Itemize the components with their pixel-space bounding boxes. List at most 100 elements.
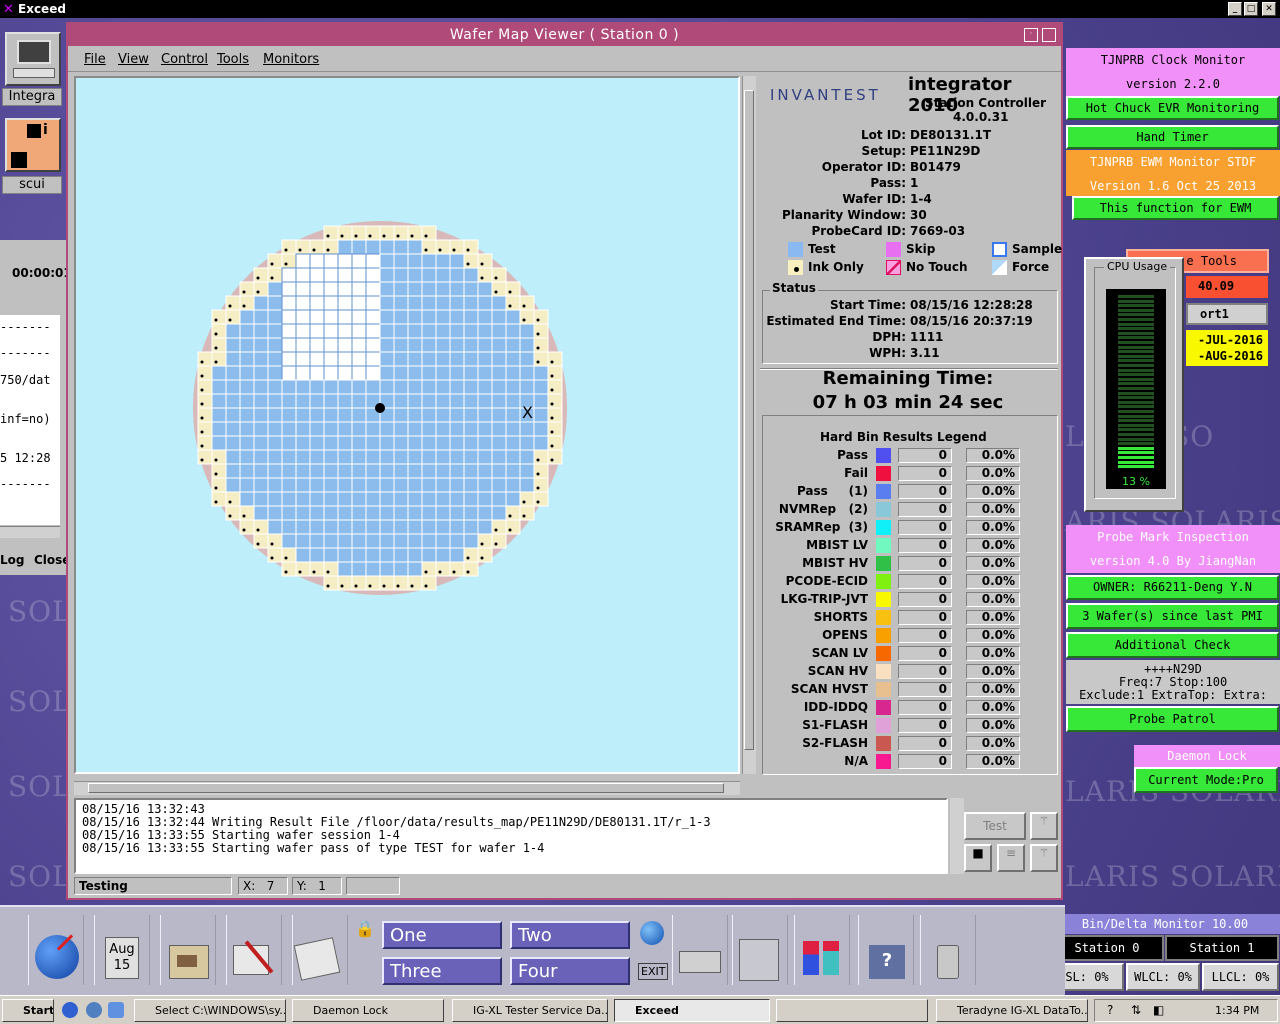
close-button[interactable]: ✕ bbox=[1262, 2, 1276, 16]
die bbox=[449, 561, 465, 577]
die bbox=[505, 379, 521, 395]
ink-dot bbox=[382, 234, 386, 238]
help-icon[interactable]: ? bbox=[858, 915, 914, 985]
die bbox=[197, 393, 213, 409]
start-button[interactable]: Start bbox=[2, 999, 54, 1022]
die bbox=[463, 463, 479, 479]
hot-chuck-button[interactable]: Hot Chuck EVR Monitoring bbox=[1066, 96, 1279, 120]
die bbox=[197, 435, 213, 451]
field-value: 30 bbox=[910, 208, 927, 222]
workspace-three[interactable]: Three bbox=[382, 957, 502, 985]
test-button[interactable]: Test bbox=[964, 812, 1026, 840]
window-maximize-button[interactable] bbox=[1042, 28, 1056, 42]
ink-dot bbox=[326, 570, 330, 574]
vertical-scrollbar[interactable] bbox=[742, 76, 756, 774]
menu-tools[interactable]: Tools bbox=[217, 52, 249, 67]
help-tray-icon[interactable]: ? bbox=[1107, 1003, 1113, 1017]
style-manager-icon[interactable] bbox=[732, 915, 788, 985]
close-panel-button[interactable]: Close bbox=[34, 553, 70, 567]
die bbox=[421, 239, 437, 255]
network-tray-icon[interactable]: ⇅ bbox=[1131, 1003, 1141, 1017]
log-button[interactable]: Log bbox=[0, 553, 24, 573]
red-value: 40.09 bbox=[1186, 276, 1268, 298]
die bbox=[519, 337, 535, 353]
taskbar-item-daemon-lock[interactable]: Daemon Lock bbox=[292, 999, 444, 1022]
die bbox=[449, 323, 465, 339]
log-line: 750/dat bbox=[0, 373, 51, 387]
log-scrollbar[interactable] bbox=[950, 798, 964, 874]
taskbar-item-blank[interactable] bbox=[776, 999, 928, 1022]
globe-icon[interactable] bbox=[28, 915, 84, 985]
wafer-map-canvas[interactable]: X bbox=[76, 78, 738, 772]
h-scrollbar[interactable] bbox=[0, 526, 60, 538]
ewm-function-button[interactable]: This function for EWM bbox=[1072, 196, 1279, 220]
die bbox=[309, 239, 325, 255]
workspace-four[interactable]: Four bbox=[510, 957, 630, 985]
probe-patrol-button[interactable]: Probe Patrol bbox=[1066, 706, 1279, 732]
remaining-time-label: Remaining Time: bbox=[822, 368, 994, 389]
trash-icon[interactable] bbox=[920, 915, 976, 985]
h-scroll-thumb[interactable] bbox=[88, 783, 724, 793]
die bbox=[365, 533, 381, 549]
mail-icon[interactable] bbox=[292, 915, 348, 985]
menu-view[interactable]: View bbox=[118, 52, 149, 67]
scui-label: scui bbox=[2, 176, 62, 194]
die bbox=[267, 295, 283, 311]
stop-button[interactable]: ■ bbox=[964, 844, 992, 872]
quicklaunch-icon[interactable] bbox=[86, 1002, 102, 1018]
die bbox=[267, 421, 283, 437]
taskbar-item-teradyne[interactable]: Teradyne IG-XL DataTo... bbox=[936, 999, 1088, 1022]
tool-button-1[interactable]: ⚚ bbox=[1030, 812, 1058, 840]
die bbox=[393, 379, 409, 395]
window-minimize-button[interactable]: · bbox=[1024, 28, 1038, 42]
workspace-one[interactable]: One bbox=[382, 921, 502, 949]
performance-meter-icon[interactable] bbox=[794, 915, 850, 985]
die bbox=[463, 365, 479, 381]
taskbar-item-cmd[interactable]: Select C:\WINDOWS\sy... bbox=[134, 999, 286, 1022]
hand-timer-button[interactable]: Hand Timer bbox=[1066, 125, 1279, 149]
integra-app-icon[interactable] bbox=[5, 32, 61, 86]
tool-button-2[interactable]: ≡ bbox=[997, 844, 1025, 872]
die bbox=[337, 575, 353, 591]
calendar-icon[interactable]: Aug 15 bbox=[94, 915, 150, 985]
additional-check-button[interactable]: Additional Check bbox=[1066, 632, 1279, 658]
exit-button[interactable]: EXIT bbox=[638, 963, 669, 980]
taskbar-item-exceed[interactable]: Exceed bbox=[614, 999, 770, 1022]
die bbox=[295, 267, 311, 283]
menu-control[interactable]: Control bbox=[161, 52, 208, 67]
file-manager-icon[interactable] bbox=[160, 915, 216, 985]
die bbox=[351, 365, 367, 381]
wafer-map[interactable]: X bbox=[74, 76, 740, 774]
workspace-two[interactable]: Two bbox=[510, 921, 630, 949]
die bbox=[491, 351, 507, 367]
lock-icon[interactable]: 🔒 bbox=[355, 919, 375, 938]
scroll-thumb[interactable] bbox=[744, 90, 754, 750]
printer-icon[interactable] bbox=[672, 915, 728, 985]
scui-app-icon[interactable]: i bbox=[5, 118, 61, 172]
ink-dot bbox=[200, 374, 204, 378]
ink-dot bbox=[382, 584, 386, 588]
bin-percent: 0.0% bbox=[966, 574, 1020, 589]
menu-monitors[interactable]: Monitors bbox=[263, 52, 319, 67]
die bbox=[407, 267, 423, 283]
taskbar-item-igxl-service[interactable]: IG-XL Tester Service Da... bbox=[452, 999, 608, 1022]
wlcl-value: WLCL: 0% bbox=[1126, 963, 1200, 991]
tool-button-3[interactable]: ⚚ bbox=[1030, 844, 1058, 872]
ink-dot bbox=[466, 556, 470, 560]
die bbox=[239, 505, 255, 521]
menu-file[interactable]: File bbox=[84, 52, 106, 67]
ie-icon[interactable] bbox=[62, 1002, 78, 1018]
text-editor-icon[interactable] bbox=[226, 915, 282, 985]
quicklaunch-icon[interactable] bbox=[108, 1002, 124, 1018]
station1-button[interactable]: Station 1 bbox=[1165, 935, 1279, 961]
maximize-button[interactable]: □ bbox=[1244, 2, 1258, 16]
die bbox=[323, 365, 339, 381]
die bbox=[365, 505, 381, 521]
station0-button[interactable]: Station 0 bbox=[1050, 935, 1164, 961]
ink-dot bbox=[480, 556, 484, 560]
volume-tray-icon[interactable]: ◧ bbox=[1153, 1003, 1164, 1017]
horizontal-scrollbar[interactable] bbox=[74, 781, 740, 795]
bin-color-swatch bbox=[876, 718, 891, 733]
die bbox=[435, 477, 451, 493]
minimize-button[interactable]: _ bbox=[1228, 2, 1242, 16]
